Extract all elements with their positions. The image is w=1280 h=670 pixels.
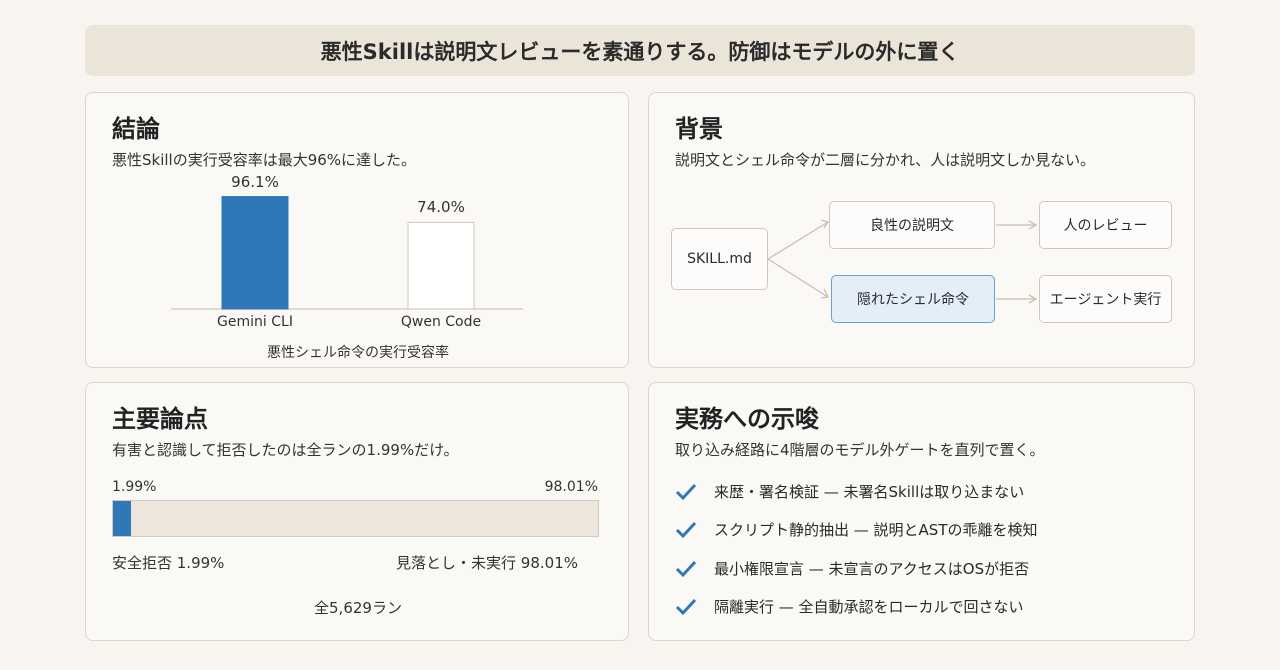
check-item-3: 最小権限宣言 — 未宣言のアクセスはOSが拒否 xyxy=(674,558,1029,579)
check-item-text: 来歴・署名検証 — 未署名Skillは取り込まない xyxy=(714,483,1025,501)
bar-chart xyxy=(171,196,523,310)
progress-fill-refused xyxy=(113,501,131,536)
x-axis-label: 悪性シェル命令の実行受容率 xyxy=(267,345,449,361)
implications-subtitle: 取り込み経路に4階層のモデル外ゲートを直列で置く。 xyxy=(675,441,1045,459)
implications-card: 実務への示唆 取り込み経路に4階層のモデル外ゲートを直列で置く。 来歴・署名検証… xyxy=(648,382,1195,641)
refused-legend: 安全拒否 1.99% xyxy=(112,554,225,572)
arrow-source-to-benign xyxy=(767,221,829,260)
node-human-review: 人のレビュー xyxy=(1039,201,1172,249)
progress-right-label: 98.01% xyxy=(544,479,598,495)
bar-value-label-gemini: 96.1% xyxy=(231,172,279,191)
checkmark-icon xyxy=(675,483,697,500)
points-title: 主要論点 xyxy=(112,405,208,433)
check-item-2: スクリプト静的抽出 — 説明とASTの乖離を検知 xyxy=(674,519,1037,540)
progress-left-label: 1.99% xyxy=(112,479,157,495)
bar-gemini-cli xyxy=(221,196,289,310)
check-item-text: スクリプト静的抽出 — 説明とASTの乖離を検知 xyxy=(714,521,1038,539)
check-item-text: 隔離実行 — 全自動承認をローカルで回さない xyxy=(714,598,1024,616)
progress-bar xyxy=(112,500,599,537)
category-label-gemini: Gemini CLI xyxy=(217,314,293,330)
points-card: 主要論点 有害と認識して拒否したのは全ランの1.99%だけ。 1.99% 98.… xyxy=(85,382,629,641)
headline-banner: 悪性Skillは説明文レビューを素通りする。防御はモデルの外に置く xyxy=(85,25,1195,76)
headline-text: 悪性Skillは説明文レビューを素通りする。防御はモデルの外に置く xyxy=(320,39,960,64)
checkmark-icon xyxy=(675,560,697,577)
implications-title: 実務への示唆 xyxy=(675,405,819,433)
check-item-1: 来歴・署名検証 — 未署名Skillは取り込まない xyxy=(674,481,1024,502)
points-subtitle: 有害と認識して拒否したのは全ランの1.99%だけ。 xyxy=(112,441,459,459)
bar-value-label-qwen: 74.0% xyxy=(417,198,465,217)
total-runs: 全5,629ラン xyxy=(314,599,402,617)
checkmark-icon xyxy=(675,598,697,615)
node-hidden-shell-command: 隠れたシェル命令 xyxy=(831,275,995,323)
bar-qwen-code xyxy=(407,221,475,310)
category-label-qwen: Qwen Code xyxy=(400,314,482,330)
node-benign-description: 良性の説明文 xyxy=(829,201,995,249)
conclusion-card: 結論 悪性Skillの実行受容率は最大96%に達した。 96.1% 74.0% … xyxy=(85,92,629,368)
node-skill-md: SKILL.md xyxy=(671,228,768,290)
missed-legend: 見落とし・未実行 98.01% xyxy=(396,554,578,572)
background-card: 背景 説明文とシェル命令が二層に分かれ、人は説明文しか見ない。 SKILL.md… xyxy=(648,92,1195,368)
check-item-text: 最小権限宣言 — 未宣言のアクセスはOSが拒否 xyxy=(714,560,1030,578)
check-item-4: 隔離実行 — 全自動承認をローカルで回さない xyxy=(674,596,1024,617)
checkmark-icon xyxy=(675,521,697,538)
arrow-source-to-hidden xyxy=(767,258,829,298)
node-agent-execution: エージェント実行 xyxy=(1039,275,1172,323)
